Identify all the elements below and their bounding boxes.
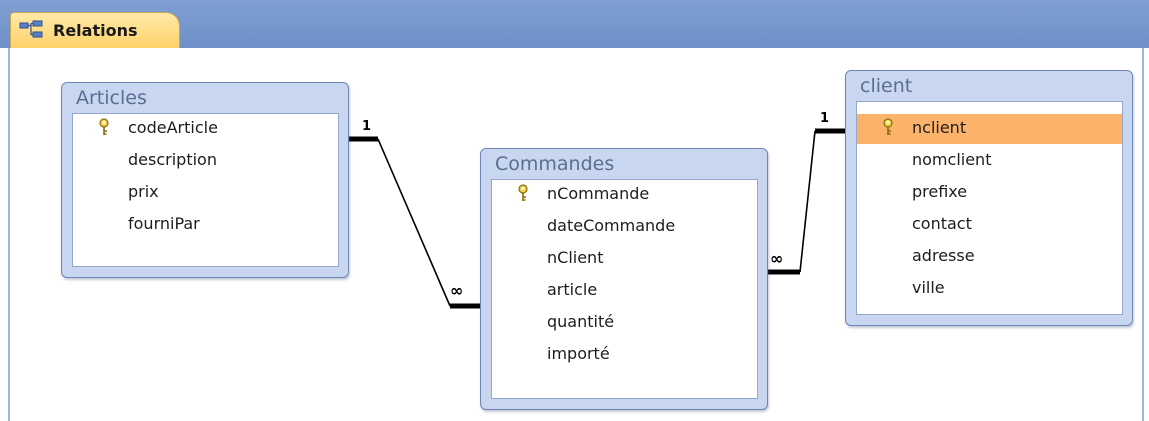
field-label: nClient (547, 248, 604, 267)
field-label: nclient (912, 118, 967, 137)
field-row-adresse[interactable]: adresse (857, 242, 1122, 272)
field-list[interactable]: nCommande dateCommande nClient article q… (491, 179, 758, 399)
table-client[interactable]: client nclient nomclient prefixe contact… (845, 70, 1133, 326)
field-label: contact (912, 214, 972, 233)
field-row-ncommande[interactable]: nCommande (492, 180, 757, 210)
field-label: dateCommande (547, 216, 676, 235)
relationship-client-commandes[interactable]: 1 ∞ (768, 111, 847, 275)
primary-key-icon (99, 118, 109, 135)
primary-key-icon (883, 118, 893, 135)
field-row-article[interactable]: article (492, 276, 757, 306)
primary-key-icon (518, 184, 528, 201)
field-row-datecommande[interactable]: dateCommande (492, 212, 757, 242)
field-list[interactable]: nclient nomclient prefixe contact adress… (856, 101, 1123, 315)
field-label: nomclient (912, 150, 992, 169)
field-row-nclient[interactable]: nclient (857, 114, 1122, 144)
field-label: importé (547, 344, 610, 363)
field-label: description (128, 150, 217, 169)
field-label: ville (912, 278, 945, 297)
field-label: nCommande (547, 184, 650, 203)
field-row-fournipar[interactable]: fourniPar (73, 210, 338, 240)
field-row-importe[interactable]: importé (492, 340, 757, 370)
relationship-one-label: 1 (820, 111, 829, 126)
field-row-description[interactable]: description (73, 146, 338, 176)
table-articles[interactable]: Articles codeArticle description prix fo… (61, 82, 349, 278)
relationship-many-label: ∞ (770, 249, 783, 268)
field-row-codearticle[interactable]: codeArticle (73, 114, 338, 144)
table-title[interactable]: Articles (76, 87, 147, 109)
field-row-quantite[interactable]: quantité (492, 308, 757, 338)
field-label: article (547, 280, 598, 299)
field-list[interactable]: codeArticle description prix fourniPar (72, 113, 339, 267)
relationship-many-label: ∞ (450, 281, 463, 300)
field-label: codeArticle (128, 118, 218, 137)
field-row-nclient[interactable]: nClient (492, 244, 757, 274)
field-row-prefixe[interactable]: prefixe (857, 178, 1122, 208)
field-label: fourniPar (128, 214, 200, 233)
field-row-prix[interactable]: prix (73, 178, 338, 208)
table-title[interactable]: client (860, 75, 912, 97)
field-row-ville[interactable]: ville (857, 274, 1122, 304)
field-label: prix (128, 182, 159, 201)
field-label: adresse (912, 246, 975, 265)
field-label: quantité (547, 312, 615, 331)
table-title[interactable]: Commandes (495, 153, 614, 175)
relationship-articles-commandes[interactable]: 1 ∞ (348, 119, 480, 309)
field-label: prefixe (912, 182, 968, 201)
relationship-one-label: 1 (362, 119, 371, 134)
table-commandes[interactable]: Commandes nCommande dateCommande nClient… (480, 148, 768, 410)
field-row-nomclient[interactable]: nomclient (857, 146, 1122, 176)
field-row-contact[interactable]: contact (857, 210, 1122, 240)
